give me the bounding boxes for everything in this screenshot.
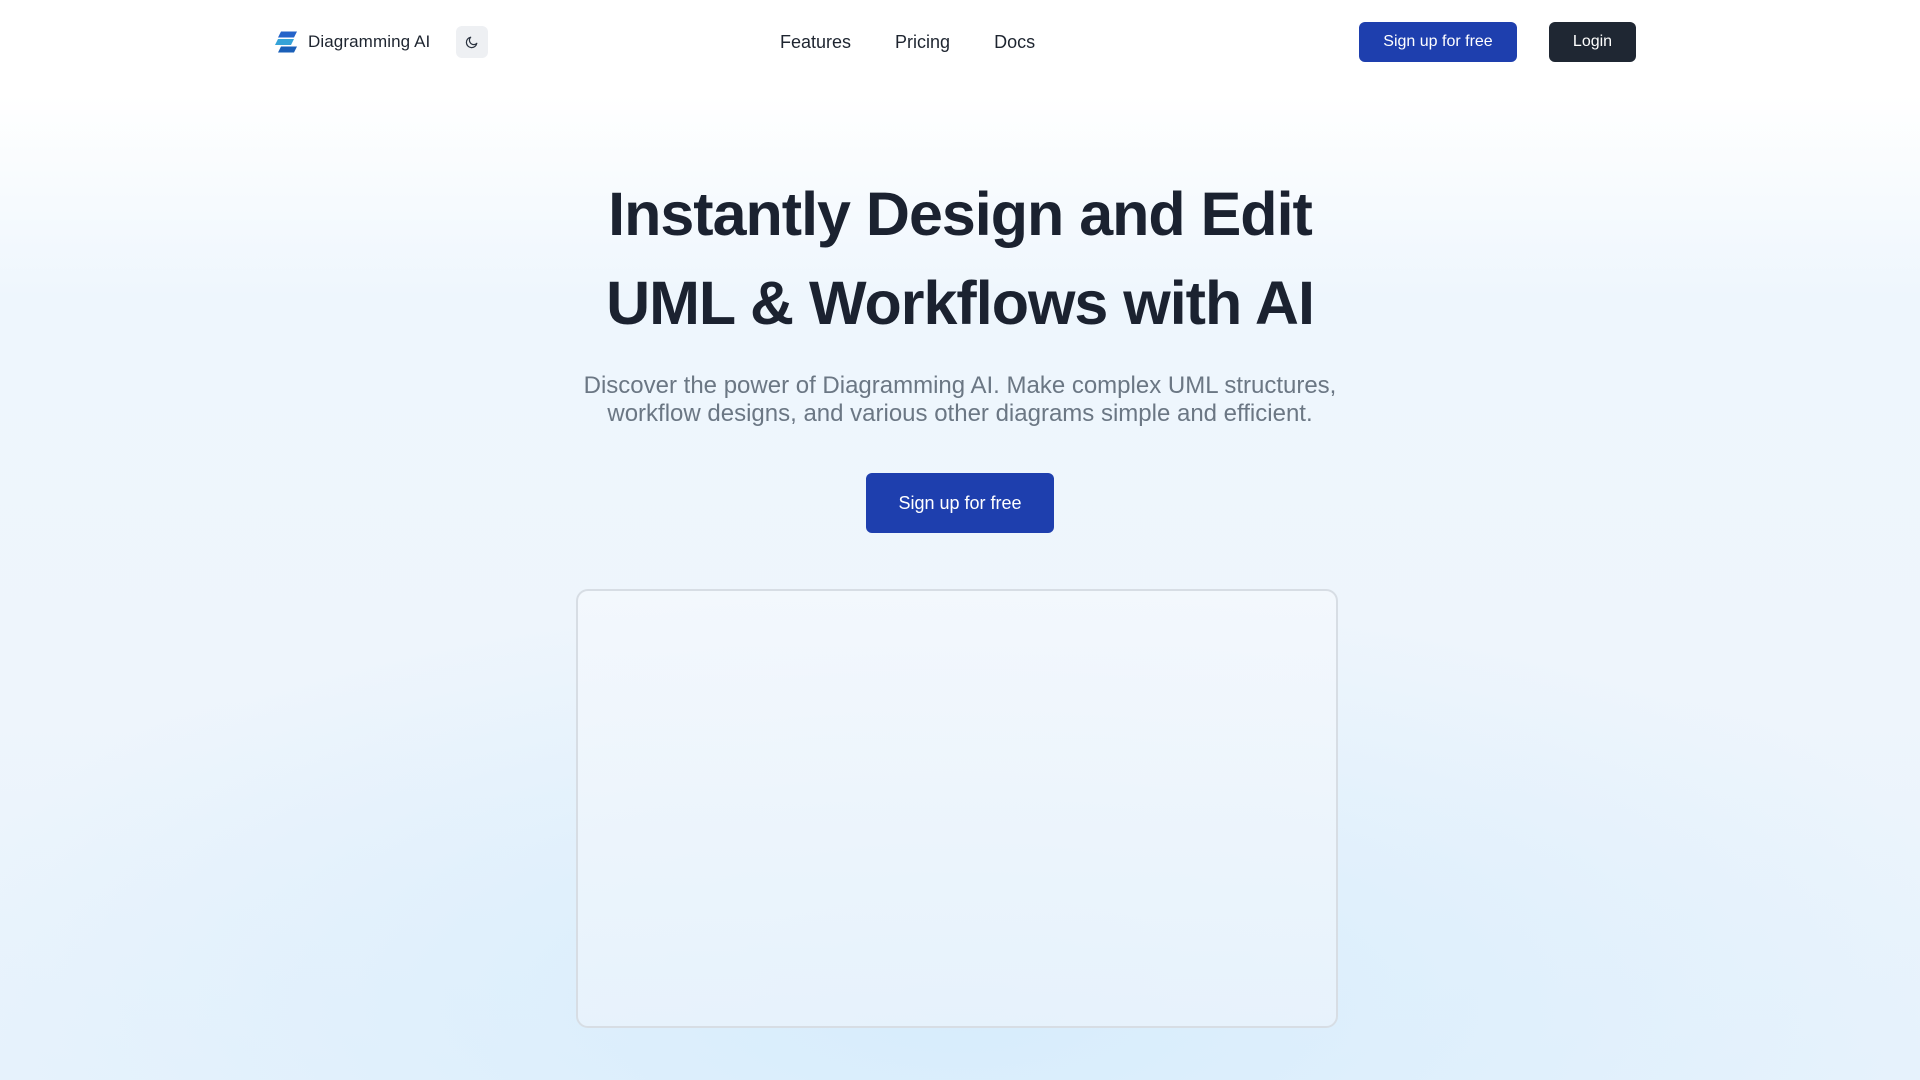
nav-link-docs[interactable]: Docs xyxy=(994,32,1035,53)
hero-title-line: UML & Workflows with AI xyxy=(606,269,1315,337)
brand-home-link[interactable]: Diagramming AI xyxy=(274,28,430,56)
main-nav: Features Pricing Docs xyxy=(780,28,1035,56)
hero-title: Instantly Design and Edit UML & Workflow… xyxy=(0,170,1920,348)
product-preview-frame xyxy=(576,589,1338,1028)
hero-subtitle-line: Discover the power of Diagramming AI. Ma… xyxy=(583,372,1337,399)
nav-link-features[interactable]: Features xyxy=(780,32,851,53)
top-navbar: Diagramming AI Features Pricing Docs Sig… xyxy=(0,0,1920,84)
stacked-layers-logo-icon xyxy=(275,31,297,53)
signup-button[interactable]: Sign up for free xyxy=(1359,22,1517,62)
hero-subtitle-line: workflow designs, and various other diag… xyxy=(607,400,1313,427)
moon-icon xyxy=(465,36,478,49)
theme-toggle-button[interactable] xyxy=(456,26,488,58)
hero-subtitle: Discover the power of Diagramming AI. Ma… xyxy=(560,372,1360,428)
hero-title-line: Instantly Design and Edit xyxy=(608,180,1313,248)
brand-name: Diagramming AI xyxy=(308,32,431,51)
nav-link-pricing[interactable]: Pricing xyxy=(895,32,950,53)
login-button[interactable]: Login xyxy=(1549,22,1636,62)
hero-signup-button[interactable]: Sign up for free xyxy=(866,473,1054,533)
